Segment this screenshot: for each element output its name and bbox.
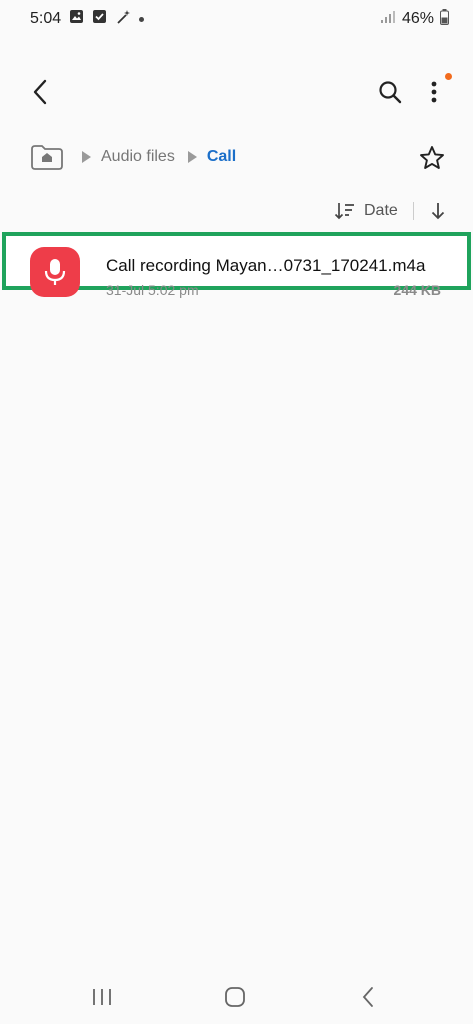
file-date: 31-Jul 5:02 pm — [106, 282, 199, 298]
back-button[interactable] — [22, 72, 58, 112]
breadcrumb-separator — [82, 151, 91, 163]
sort-icon — [334, 203, 354, 220]
breadcrumb-audio-files[interactable]: Audio files — [101, 148, 175, 166]
app-bar — [0, 62, 473, 122]
status-time: 5:04 — [30, 10, 62, 27]
home-folder-button[interactable] — [30, 143, 64, 171]
back-nav-button[interactable] — [348, 980, 388, 1014]
search-button[interactable] — [370, 72, 410, 112]
file-list-item[interactable]: Call recording Mayan…0731_170241.m4a 31-… — [2, 232, 471, 298]
screen: 5:04 46% Audio files Call Date Call reco… — [0, 0, 473, 1024]
image-icon — [69, 9, 84, 29]
sort-row: Date — [0, 194, 473, 228]
breadcrumb: Audio files Call — [30, 136, 236, 178]
recents-icon — [93, 989, 111, 1005]
battery-icon — [440, 8, 449, 30]
navigation-bar — [0, 972, 473, 1024]
magic-wand-icon — [115, 9, 131, 30]
recents-button[interactable] — [82, 980, 122, 1014]
star-icon — [420, 146, 444, 169]
notification-dot — [445, 73, 452, 80]
status-right: 46% — [380, 8, 449, 30]
home-icon — [225, 987, 245, 1007]
microphone-icon — [44, 259, 66, 285]
more-vert-icon — [431, 81, 437, 103]
breadcrumb-call[interactable]: Call — [207, 148, 236, 166]
file-type-badge — [30, 247, 80, 297]
dot-icon — [139, 16, 145, 22]
file-size: 244 KB — [393, 282, 441, 298]
file-name: Call recording Mayan…0731_170241.m4a — [106, 256, 426, 275]
home-folder-icon — [31, 145, 63, 170]
arrow-down-icon — [431, 203, 445, 220]
sort-divider — [413, 202, 414, 220]
back-nav-icon — [362, 987, 373, 1007]
status-bar: 5:04 46% — [0, 0, 473, 38]
search-icon — [379, 81, 402, 104]
signal-icon — [380, 10, 396, 29]
favorite-button[interactable] — [414, 140, 450, 176]
status-left: 5:04 — [30, 9, 145, 30]
sort-by-button[interactable]: Date — [334, 198, 398, 224]
sort-label: Date — [364, 202, 398, 219]
checkbox-icon — [92, 9, 107, 29]
home-button[interactable] — [215, 980, 255, 1014]
back-icon — [33, 79, 47, 105]
breadcrumb-separator — [187, 151, 197, 163]
sort-direction-button[interactable] — [425, 198, 451, 224]
battery-percent: 46% — [401, 10, 434, 27]
